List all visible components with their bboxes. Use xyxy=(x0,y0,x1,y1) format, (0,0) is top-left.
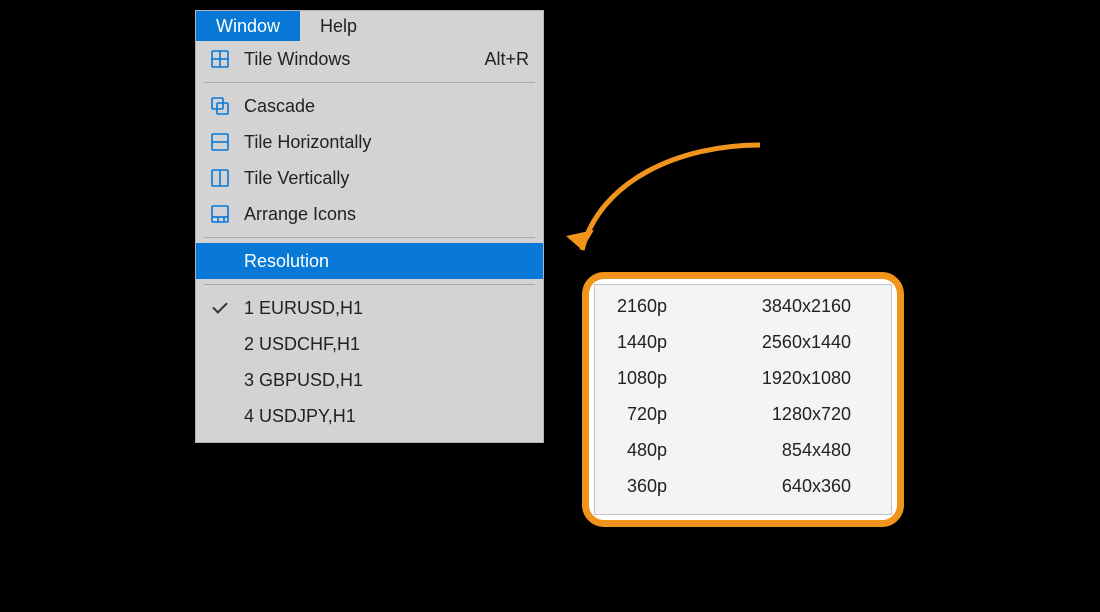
menubar-item-window[interactable]: Window xyxy=(196,11,300,41)
cascade-icon xyxy=(196,96,244,116)
menu-item-open-window[interactable]: 2 USDCHF,H1 xyxy=(196,326,543,362)
tile-windows-icon xyxy=(196,49,244,69)
menu-item-open-window[interactable]: 1 EURUSD,H1 xyxy=(196,290,543,326)
menu-item-resolution[interactable]: Resolution xyxy=(196,243,543,279)
arrange-icons-icon xyxy=(196,204,244,224)
menu-separator xyxy=(204,284,535,285)
resolution-size: 1280x720 xyxy=(675,404,891,425)
resolution-option[interactable]: 720p1280x720 xyxy=(595,396,891,432)
menu-item-arrange-icons[interactable]: Arrange Icons xyxy=(196,196,543,232)
resolution-option[interactable]: 1440p2560x1440 xyxy=(595,324,891,360)
menu-separator xyxy=(204,237,535,238)
menu-item-label: 2 USDCHF,H1 xyxy=(244,334,529,355)
menu-item-label: Tile Horizontally xyxy=(244,132,529,153)
resolution-name: 1080p xyxy=(595,368,675,389)
menu-item-label: 3 GBPUSD,H1 xyxy=(244,370,529,391)
menu-item-label: Resolution xyxy=(244,251,529,272)
tile-horizontally-icon xyxy=(196,132,244,152)
menu-item-label: Cascade xyxy=(244,96,529,117)
resolution-size: 3840x2160 xyxy=(675,296,891,317)
resolution-name: 1440p xyxy=(595,332,675,353)
menu-separator xyxy=(204,82,535,83)
menu-item-open-window[interactable]: 3 GBPUSD,H1 xyxy=(196,362,543,398)
menu-item-cascade[interactable]: Cascade xyxy=(196,88,543,124)
resolution-name: 480p xyxy=(595,440,675,461)
menubar: Window Help xyxy=(196,11,543,41)
resolution-name: 720p xyxy=(595,404,675,425)
window-menu-list: Tile Windows Alt+R Cascade Tile Horizont… xyxy=(196,41,543,442)
menu-item-label: Tile Vertically xyxy=(244,168,529,189)
callout-arrow-icon xyxy=(560,140,780,280)
resolution-option[interactable]: 360p640x360 xyxy=(595,468,891,504)
check-icon xyxy=(196,306,244,310)
resolution-submenu: 2160p3840x21601440p2560x14401080p1920x10… xyxy=(594,284,892,515)
menubar-item-help[interactable]: Help xyxy=(300,11,377,41)
resolution-size: 2560x1440 xyxy=(675,332,891,353)
resolution-name: 360p xyxy=(595,476,675,497)
resolution-option[interactable]: 1080p1920x1080 xyxy=(595,360,891,396)
menu-item-label: Arrange Icons xyxy=(244,204,529,225)
menu-item-label: 4 USDJPY,H1 xyxy=(244,406,529,427)
resolution-option[interactable]: 480p854x480 xyxy=(595,432,891,468)
menu-item-label: Tile Windows xyxy=(244,49,484,70)
menu-item-shortcut: Alt+R xyxy=(484,49,529,70)
menu-item-tile-horizontally[interactable]: Tile Horizontally xyxy=(196,124,543,160)
window-menu-panel: Window Help Tile Windows Alt+R xyxy=(195,10,544,443)
menu-item-label: 1 EURUSD,H1 xyxy=(244,298,529,319)
resolution-submenu-callout: 2160p3840x21601440p2560x14401080p1920x10… xyxy=(582,272,904,527)
resolution-size: 640x360 xyxy=(675,476,891,497)
resolution-option[interactable]: 2160p3840x2160 xyxy=(595,288,891,324)
menu-item-tile-windows[interactable]: Tile Windows Alt+R xyxy=(196,41,543,77)
menu-item-open-window[interactable]: 4 USDJPY,H1 xyxy=(196,398,543,434)
tile-vertically-icon xyxy=(196,168,244,188)
menu-item-tile-vertically[interactable]: Tile Vertically xyxy=(196,160,543,196)
resolution-size: 854x480 xyxy=(675,440,891,461)
resolution-size: 1920x1080 xyxy=(675,368,891,389)
resolution-name: 2160p xyxy=(595,296,675,317)
